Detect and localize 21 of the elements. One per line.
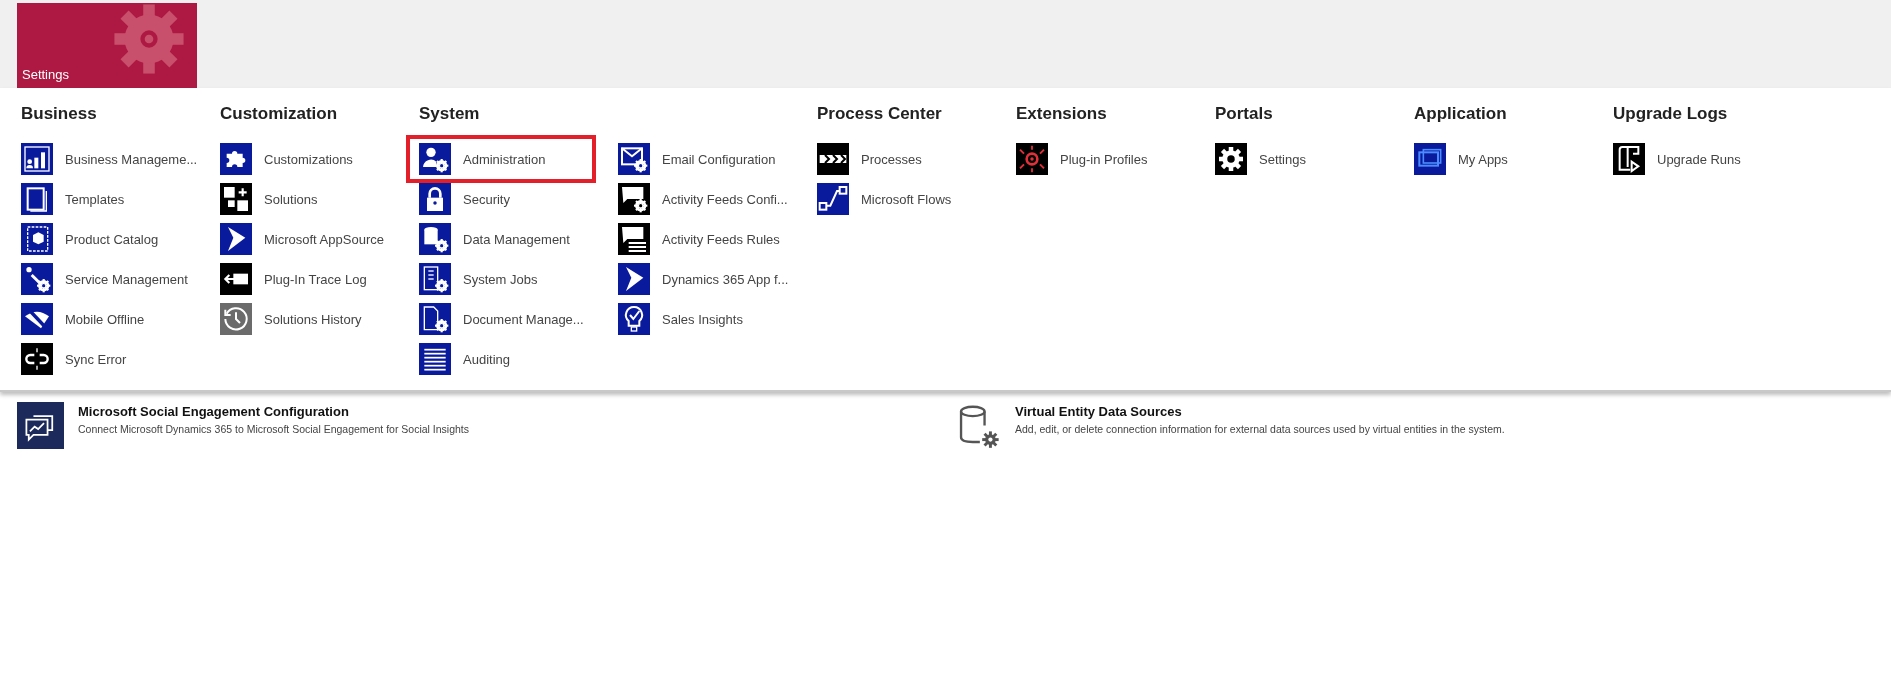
card-title[interactable]: Microsoft Social Engagement Configuration <box>78 404 469 419</box>
card-description: Add, edit, or delete connection information for external data sources used by virtual entities in the system. <box>1015 423 1505 435</box>
group-heading: Upgrade Logs <box>1613 104 1729 125</box>
menu-item[interactable]: My Apps <box>1401 135 1591 183</box>
card-description: Connect Microsoft Dynamics 365 to Microsoft Social Engagement for Social Insights <box>78 423 469 435</box>
chat-chart-icon <box>17 402 64 449</box>
menu-item[interactable]: Upgrade Runs <box>1600 135 1790 183</box>
group-heading: Business <box>21 104 98 125</box>
group-heading: Extensions <box>1016 104 1108 125</box>
menu-item[interactable]: Settings <box>1202 135 1392 183</box>
group-heading: Application <box>1414 104 1508 125</box>
group-heading: Customization <box>220 104 339 125</box>
card-title[interactable]: Virtual Entity Data Sources <box>1015 404 1505 419</box>
group-heading: System <box>419 104 481 125</box>
menu-item[interactable]: Administration <box>406 135 596 183</box>
settings-tile[interactable]: Settings <box>17 3 197 88</box>
group-heading: Portals <box>1215 104 1274 125</box>
group-heading: Process Center <box>817 104 943 125</box>
gear-icon <box>113 3 185 75</box>
tile-label: Settings <box>22 67 69 82</box>
menu-item[interactable]: Plug-in Profiles <box>1003 135 1193 183</box>
